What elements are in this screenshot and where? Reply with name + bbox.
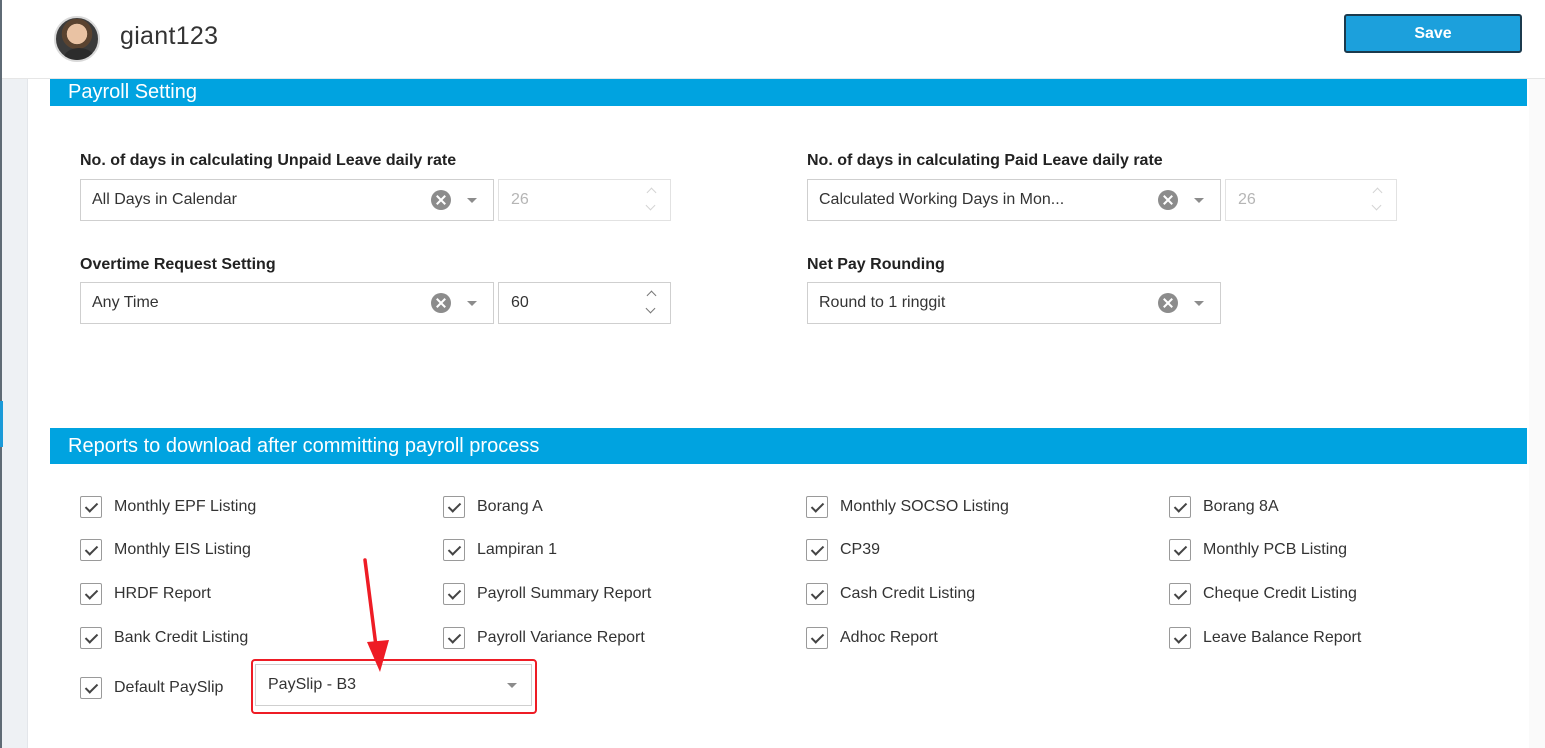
paid-leave-select[interactable]: Calculated Working Days in Mon...	[807, 179, 1221, 221]
checkbox-checked-icon[interactable]	[806, 583, 828, 605]
default-payslip-checkbox[interactable]: Default PaySlip	[80, 677, 223, 699]
report-checkbox-borang-a[interactable]: Borang A	[443, 496, 543, 518]
checkbox-checked-icon[interactable]	[443, 496, 465, 518]
paid-leave-days-input: 26	[1225, 179, 1397, 221]
save-button[interactable]: Save	[1344, 14, 1522, 53]
overtime-select[interactable]: Any Time	[80, 282, 494, 324]
report-label: Cash Credit Listing	[840, 585, 976, 602]
reports-section-header: Reports to download after committing pay…	[50, 428, 1527, 464]
report-label: Monthly EIS Listing	[114, 541, 251, 558]
report-checkbox-monthly-pcb-listing[interactable]: Monthly PCB Listing	[1169, 539, 1347, 561]
avatar[interactable]	[54, 16, 100, 62]
chevron-down-icon[interactable]	[467, 197, 477, 203]
report-label: Leave Balance Report	[1203, 629, 1362, 646]
report-checkbox-cp39[interactable]: CP39	[806, 539, 880, 561]
report-checkbox-monthly-socso-listing[interactable]: Monthly SOCSO Listing	[806, 496, 1009, 518]
unpaid-leave-select[interactable]: All Days in Calendar	[80, 179, 494, 221]
checkbox-checked-icon[interactable]	[806, 627, 828, 649]
overtime-label: Overtime Request Setting	[80, 256, 276, 273]
report-label: Bank Credit Listing	[114, 629, 249, 646]
checkbox-checked-icon[interactable]	[1169, 583, 1191, 605]
checkbox-checked-icon[interactable]	[1169, 627, 1191, 649]
unpaid-leave-days-input: 26	[498, 179, 671, 221]
report-label: Lampiran 1	[477, 541, 558, 558]
spinner-up-icon[interactable]	[646, 292, 656, 298]
paid-leave-label: No. of days in calculating Paid Leave da…	[807, 152, 1163, 169]
report-checkbox-adhoc-report[interactable]: Adhoc Report	[806, 627, 938, 649]
report-label: Adhoc Report	[840, 629, 938, 646]
report-label: Borang A	[477, 498, 543, 515]
report-checkbox-cheque-credit-listing[interactable]: Cheque Credit Listing	[1169, 583, 1357, 605]
report-checkbox-hrdf-report[interactable]: HRDF Report	[80, 583, 211, 605]
report-checkbox-bank-credit-listing[interactable]: Bank Credit Listing	[80, 627, 248, 649]
spinner-up-icon	[646, 189, 656, 195]
net-pay-rounding-label: Net Pay Rounding	[807, 256, 945, 273]
report-label: Monthly EPF Listing	[114, 498, 257, 515]
chevron-down-icon[interactable]	[1194, 300, 1204, 306]
report-label: Borang 8A	[1203, 498, 1279, 515]
checkbox-checked-icon[interactable]	[443, 539, 465, 561]
net-pay-rounding-value: Round to 1 ringgit	[819, 294, 946, 311]
default-payslip-label: Default PaySlip	[114, 679, 224, 696]
chevron-down-icon[interactable]	[1194, 197, 1204, 203]
checkbox-checked-icon[interactable]	[80, 496, 102, 518]
scrollbar-track[interactable]	[1529, 79, 1545, 748]
paid-leave-value: Calculated Working Days in Mon...	[819, 191, 1065, 208]
checkbox-checked-icon[interactable]	[80, 539, 102, 561]
report-label: Monthly PCB Listing	[1203, 541, 1348, 558]
page-header: giant123 Save	[0, 0, 1545, 79]
clear-icon[interactable]	[1158, 293, 1178, 313]
report-checkbox-payroll-variance-report[interactable]: Payroll Variance Report	[443, 627, 645, 649]
report-label: HRDF Report	[114, 585, 211, 602]
username: giant123	[120, 22, 219, 50]
checkbox-checked-icon[interactable]	[1169, 496, 1191, 518]
unpaid-leave-label: No. of days in calculating Unpaid Leave …	[80, 152, 457, 169]
checkbox-checked-icon[interactable]	[80, 677, 102, 699]
report-label: Payroll Variance Report	[477, 629, 645, 646]
report-label: CP39	[840, 541, 881, 558]
chevron-down-icon[interactable]	[467, 300, 477, 306]
spinner-down-icon	[646, 204, 656, 210]
clear-icon[interactable]	[1158, 190, 1178, 210]
clear-icon[interactable]	[431, 293, 451, 313]
report-checkbox-borang-8a[interactable]: Borang 8A	[1169, 496, 1279, 518]
payroll-setting-header: Payroll Setting	[50, 79, 1527, 106]
report-checkbox-leave-balance-report[interactable]: Leave Balance Report	[1169, 627, 1361, 649]
checkbox-checked-icon[interactable]	[1169, 539, 1191, 561]
checkbox-checked-icon[interactable]	[806, 539, 828, 561]
overtime-minutes-input[interactable]: 60	[498, 282, 671, 324]
spinner-down-icon[interactable]	[646, 307, 656, 313]
active-indicator	[0, 401, 3, 447]
report-checkbox-lampiran-1[interactable]: Lampiran 1	[443, 539, 557, 561]
report-checkbox-monthly-eis-listing[interactable]: Monthly EIS Listing	[80, 539, 251, 561]
report-checkbox-payroll-summary-report[interactable]: Payroll Summary Report	[443, 583, 651, 605]
annotation-arrow	[363, 558, 389, 672]
report-label: Monthly SOCSO Listing	[840, 498, 1009, 515]
clear-icon[interactable]	[431, 190, 451, 210]
net-pay-rounding-select[interactable]: Round to 1 ringgit	[807, 282, 1221, 324]
overtime-value: Any Time	[92, 294, 159, 311]
checkbox-checked-icon[interactable]	[443, 627, 465, 649]
checkbox-checked-icon[interactable]	[806, 496, 828, 518]
checkbox-checked-icon[interactable]	[80, 627, 102, 649]
report-label: Cheque Credit Listing	[1203, 585, 1357, 602]
spinner-up-icon	[1372, 189, 1382, 195]
spinner-down-icon	[1372, 204, 1382, 210]
left-edge	[0, 0, 2, 79]
report-checkbox-cash-credit-listing[interactable]: Cash Credit Listing	[806, 583, 975, 605]
report-checkbox-monthly-epf-listing[interactable]: Monthly EPF Listing	[80, 496, 256, 518]
checkbox-checked-icon[interactable]	[443, 583, 465, 605]
checkbox-checked-icon[interactable]	[80, 583, 102, 605]
report-label: Payroll Summary Report	[477, 585, 652, 602]
unpaid-leave-value: All Days in Calendar	[92, 191, 237, 208]
left-sidebar-strip	[0, 79, 28, 748]
